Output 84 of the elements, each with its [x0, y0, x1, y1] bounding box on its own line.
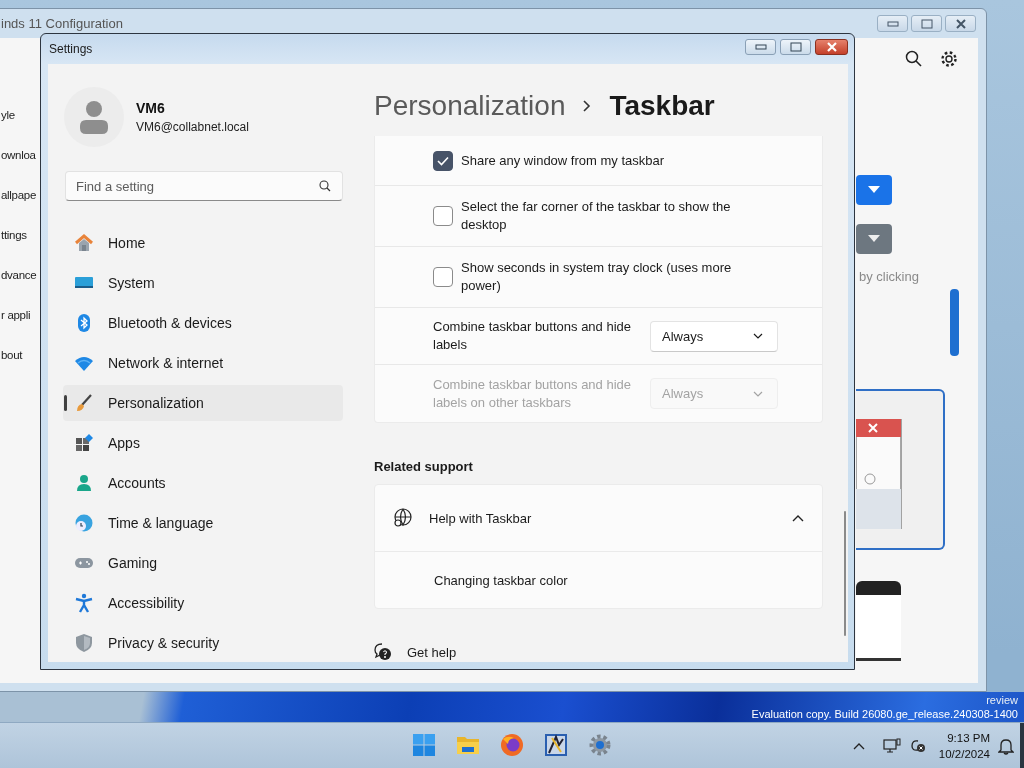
settings-icon[interactable]: [940, 50, 958, 68]
section-heading: Related support: [374, 459, 474, 474]
setting-label: Show seconds in system tray clock (uses more power): [461, 259, 733, 295]
sidebar-item[interactable]: allpape: [1, 186, 36, 204]
close-button[interactable]: [815, 39, 848, 55]
chevron-down-icon: [753, 390, 763, 397]
nav-item[interactable]: Home: [63, 225, 343, 261]
notification-bell-icon[interactable]: [998, 736, 1014, 755]
window-title: Settings: [49, 42, 94, 56]
apps-icon: [74, 433, 94, 453]
nav-item[interactable]: Accessibility: [63, 585, 343, 621]
app-icon[interactable]: [544, 733, 568, 757]
close-button[interactable]: [945, 15, 976, 32]
page-title: Taskbar: [609, 90, 715, 122]
minimize-button[interactable]: [745, 39, 776, 55]
clock-globe-icon: [74, 513, 94, 533]
sidebar-item[interactable]: dvance: [1, 266, 37, 284]
user-email: VM6@collabnet.local: [136, 120, 249, 134]
chevron-up-icon[interactable]: [792, 514, 804, 522]
minimize-icon: [886, 20, 899, 27]
close-icon: [826, 42, 837, 52]
sidebar-item[interactable]: yle: [1, 106, 15, 124]
checkmark-icon: [437, 155, 449, 166]
nav-item[interactable]: Apps: [63, 425, 343, 461]
sidebar-item[interactable]: ownloa: [1, 146, 36, 164]
network-icon[interactable]: [882, 737, 901, 754]
sidebar-item[interactable]: bout: [1, 346, 23, 364]
paintbrush-icon: [74, 393, 94, 413]
globe-icon: [393, 508, 413, 528]
chevron-down-icon: [753, 333, 763, 339]
setting-label: Combine taskbar buttons and hide labels on other taskbars: [433, 375, 632, 412]
breadcrumb-link[interactable]: Personalization: [374, 90, 566, 122]
person-icon: [74, 473, 94, 493]
shield-icon: [74, 633, 94, 653]
status-icon[interactable]: [908, 737, 927, 754]
expander[interactable]: Help with Taskbar: [375, 485, 822, 552]
accessibility-icon: [74, 593, 94, 613]
nav-item[interactable]: Bluetooth & devices: [63, 305, 343, 341]
user-name: VM6: [136, 100, 166, 116]
person-silhouette-icon: [79, 100, 109, 134]
checkbox[interactable]: [433, 267, 453, 287]
browser-icon[interactable]: [500, 733, 524, 757]
nav-item[interactable]: Accounts: [63, 465, 343, 501]
nav-item[interactable]: System: [63, 265, 343, 301]
caret-down-icon: [868, 186, 880, 194]
help-link[interactable]: Get help: [407, 644, 457, 660]
watermark-text: Evaluation copy. Build 26080.ge_release.240308-1400: [751, 707, 1018, 721]
scrollbar-thumb[interactable]: [950, 289, 959, 356]
chevron-right-icon: [583, 100, 592, 112]
dropdown[interactable]: Always: [650, 320, 778, 352]
window-preview[interactable]: [856, 581, 901, 661]
maximize-icon: [789, 42, 802, 52]
nav-item[interactable]: Personalization: [63, 385, 343, 421]
checkbox[interactable]: [433, 206, 453, 226]
home-icon: [74, 233, 94, 253]
setting-label: Select the far corner of the taskbar to show the desktop: [461, 198, 732, 234]
minimize-icon: [754, 44, 767, 50]
minimize-button[interactable]: [877, 15, 908, 32]
caret-down-icon: [868, 235, 880, 243]
scrollbar[interactable]: [844, 511, 846, 636]
help-link[interactable]: Changing taskbar color: [434, 572, 568, 588]
nav-item[interactable]: Gaming: [63, 545, 343, 581]
close-icon: [955, 18, 966, 29]
search-icon: [319, 180, 331, 192]
clock-date[interactable]: 10/2/2024: [938, 745, 990, 762]
maximize-icon: [920, 18, 933, 29]
search-icon[interactable]: [905, 50, 923, 68]
window-title: inds 11 Configuration: [1, 16, 124, 31]
start-icon[interactable]: [412, 733, 436, 757]
watermark-text: review: [986, 693, 1018, 707]
setting-label: Combine taskbar buttons and hide labels: [433, 318, 632, 354]
setting-label: Share any window from my taskbar: [461, 151, 666, 170]
nav-item[interactable]: Privacy & security: [63, 625, 343, 661]
search-field[interactable]: Find a setting: [65, 171, 343, 201]
dropdown-button[interactable]: [856, 224, 892, 254]
checkbox[interactable]: [433, 150, 453, 171]
nav-item[interactable]: Network & internet: [63, 345, 343, 381]
nav-item[interactable]: Time & language: [63, 505, 343, 541]
chevron-up-icon[interactable]: [852, 741, 865, 750]
dropdown-button[interactable]: [856, 175, 892, 205]
sidebar-item[interactable]: r appli: [1, 306, 31, 324]
hint-text: by clicking: [859, 269, 919, 284]
clock-time[interactable]: 9:13 PM: [947, 729, 990, 746]
sidebar-item[interactable]: ttings: [1, 226, 27, 244]
